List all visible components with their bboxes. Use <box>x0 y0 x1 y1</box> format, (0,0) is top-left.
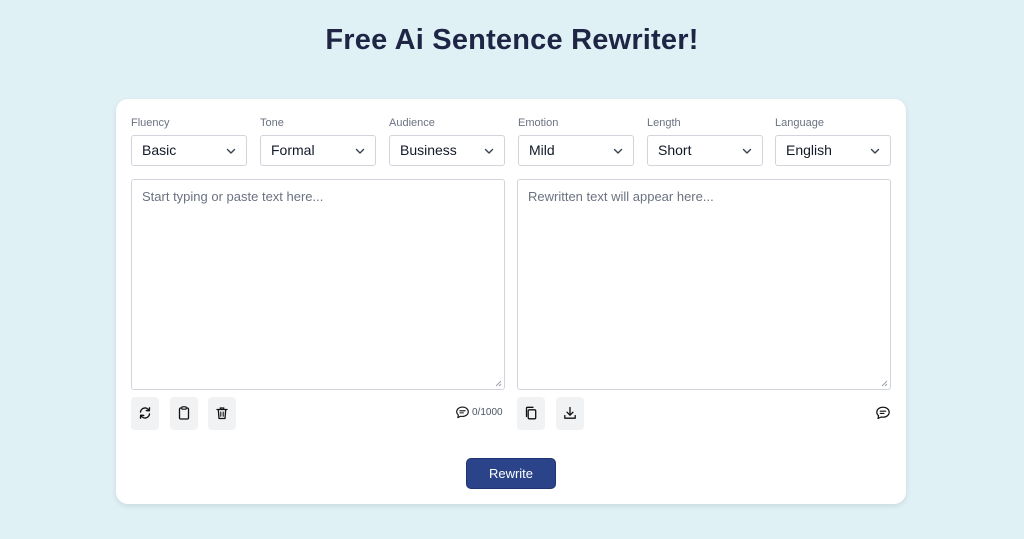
comment-icon <box>456 406 469 419</box>
options-row: Fluency Basic Tone Formal Audience Busin… <box>131 116 891 166</box>
resize-handle-icon[interactable] <box>495 380 502 387</box>
output-placeholder: Rewritten text will appear here... <box>528 189 714 204</box>
emotion-select[interactable]: Mild <box>518 135 634 166</box>
language-select[interactable]: English <box>775 135 891 166</box>
character-counter: 0/1000 <box>455 405 503 421</box>
fluency-select[interactable]: Basic <box>131 135 247 166</box>
resize-handle-icon[interactable] <box>881 380 888 387</box>
page-title: Free Ai Sentence Rewriter! <box>325 24 699 56</box>
download-icon <box>564 406 576 419</box>
language-label: Language <box>775 117 824 129</box>
clear-button[interactable] <box>208 397 236 430</box>
chevron-down-icon <box>613 148 623 154</box>
tone-label: Tone <box>260 117 284 129</box>
tone-group: Tone Formal <box>260 116 376 166</box>
audience-group: Audience Business <box>389 116 505 166</box>
counter-text: 0/1000 <box>472 407 503 419</box>
input-placeholder: Start typing or paste text here... <box>142 189 324 204</box>
length-group: Length Short <box>647 116 763 166</box>
chevron-down-icon <box>355 148 365 154</box>
refresh-button[interactable] <box>131 397 159 430</box>
tone-select[interactable]: Formal <box>260 135 376 166</box>
fluency-group: Fluency Basic <box>131 116 247 166</box>
trash-icon <box>216 407 228 420</box>
paste-button[interactable] <box>170 397 198 430</box>
refresh-icon <box>139 407 151 419</box>
input-textarea[interactable]: Start typing or paste text here... <box>131 179 505 390</box>
output-textarea[interactable]: Rewritten text will appear here... <box>517 179 891 390</box>
emotion-group: Emotion Mild <box>518 116 634 166</box>
fluency-label: Fluency <box>131 117 170 129</box>
audience-label: Audience <box>389 117 435 129</box>
comment-icon[interactable] <box>875 405 891 421</box>
chevron-down-icon <box>226 148 236 154</box>
copy-button[interactable] <box>517 397 545 430</box>
download-button[interactable] <box>556 397 584 430</box>
language-value: English <box>786 142 832 158</box>
fluency-value: Basic <box>142 142 177 158</box>
length-label: Length <box>647 117 681 129</box>
copy-icon <box>525 406 537 420</box>
audience-value: Business <box>400 142 457 158</box>
chevron-down-icon <box>742 148 752 154</box>
emotion-label: Emotion <box>518 117 559 129</box>
rewrite-button[interactable]: Rewrite <box>466 458 556 489</box>
audience-select[interactable]: Business <box>389 135 505 166</box>
language-group: Language English <box>775 116 891 166</box>
length-value: Short <box>658 142 692 158</box>
chevron-down-icon <box>870 148 880 154</box>
emotion-value: Mild <box>529 142 555 158</box>
rewriter-card: Fluency Basic Tone Formal Audience Busin… <box>116 99 906 504</box>
length-select[interactable]: Short <box>647 135 763 166</box>
chevron-down-icon <box>484 148 494 154</box>
tone-value: Formal <box>271 142 315 158</box>
clipboard-icon <box>178 406 190 420</box>
